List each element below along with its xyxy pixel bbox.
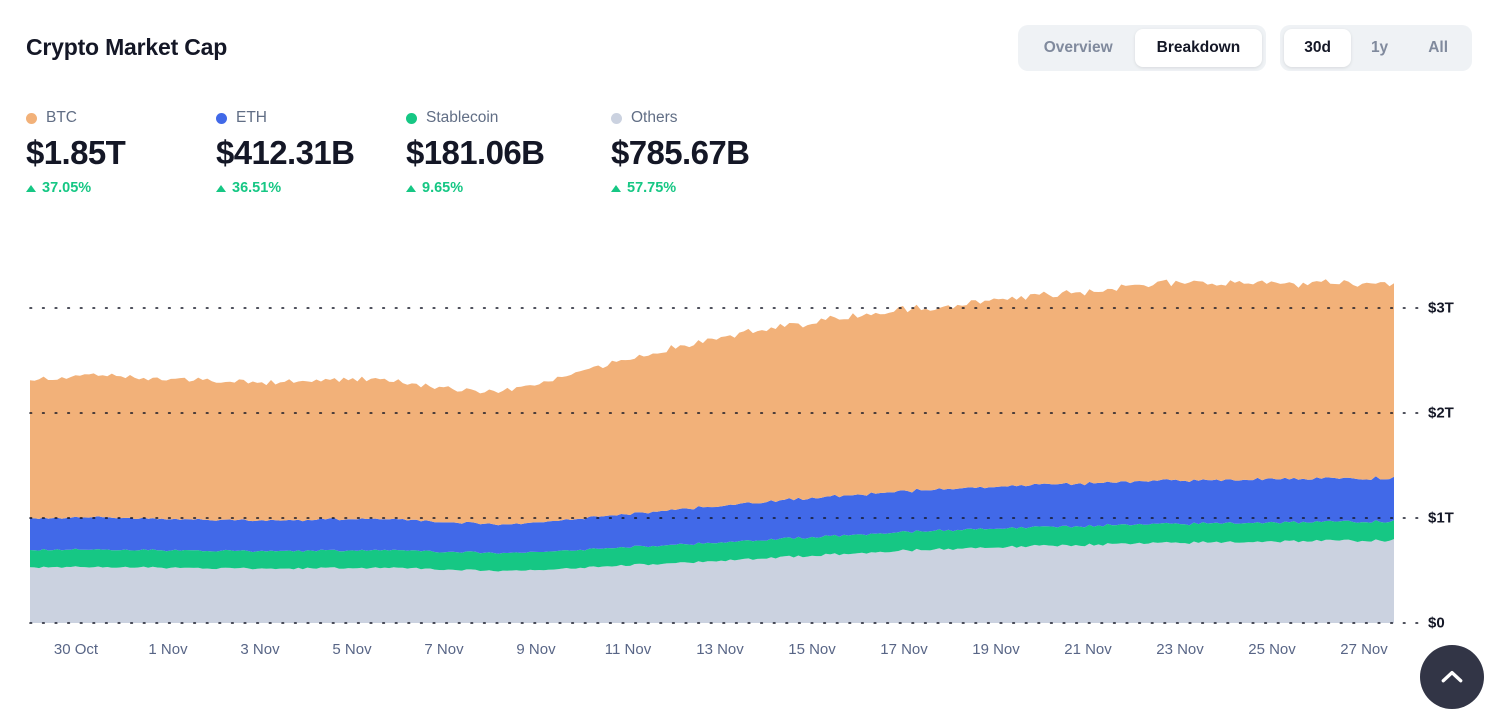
x-axis-tick-label: 19 Nov xyxy=(972,641,1020,658)
range-all[interactable]: All xyxy=(1408,29,1468,67)
y-axis-tick-label: $3T xyxy=(1428,299,1454,317)
x-axis-tick-label: 11 Nov xyxy=(604,641,652,658)
stat-label: Stablecoin xyxy=(426,109,499,126)
legend-dot-btc xyxy=(26,112,37,124)
stat-stablecoin[interactable]: Stablecoin $181.06B 9.65% xyxy=(406,108,611,196)
legend-dot-eth xyxy=(216,112,227,124)
stat-change-value: 9.65% xyxy=(422,180,464,197)
x-axis-tick-label: 5 Nov xyxy=(332,641,372,658)
stat-change: 57.75% xyxy=(611,180,801,196)
y-axis-tick-label: $0 xyxy=(1428,614,1445,632)
stat-header: Stablecoin xyxy=(406,108,611,128)
stat-btc[interactable]: BTC $1.85T 37.05% xyxy=(26,108,216,196)
stat-label: Others xyxy=(631,109,678,126)
stat-value: $181.06B xyxy=(406,134,545,171)
stat-eth[interactable]: ETH $412.31B 36.51% xyxy=(216,108,406,196)
stat-label: BTC xyxy=(46,109,77,126)
stat-change: 37.05% xyxy=(26,180,216,196)
tab-breakdown[interactable]: Breakdown xyxy=(1134,29,1263,67)
view-toggle-group: Overview Breakdown xyxy=(1017,25,1267,71)
x-axis-tick-label: 30 Oct xyxy=(53,641,99,658)
legend-stats: BTC $1.85T 37.05% ETH $412.31B 36.51% St… xyxy=(26,108,801,196)
stat-header: Others xyxy=(611,108,801,128)
stat-change: 36.51% xyxy=(216,180,406,196)
legend-dot-others xyxy=(611,112,622,124)
x-axis-tick-label: 3 Nov xyxy=(240,641,280,658)
stat-others[interactable]: Others $785.67B 57.75% xyxy=(611,108,801,196)
legend-dot-stablecoin xyxy=(406,112,417,124)
tab-overview[interactable]: Overview xyxy=(1022,29,1135,67)
stat-value: $412.31B xyxy=(216,134,355,171)
y-axis-tick-label: $1T xyxy=(1428,509,1454,527)
toggle-groups: Overview Breakdown 30d 1y All xyxy=(1017,25,1472,71)
scroll-to-top-button[interactable] xyxy=(1420,645,1484,709)
stat-change-value: 36.51% xyxy=(232,180,282,197)
stat-header: ETH xyxy=(216,108,406,128)
x-axis-tick-label: 23 Nov xyxy=(1156,641,1204,658)
range-1y[interactable]: 1y xyxy=(1351,29,1408,67)
stat-change-value: 57.75% xyxy=(627,180,677,197)
y-axis-labels: $0 $1T $2T $3T xyxy=(0,236,1492,676)
stat-value: $785.67B xyxy=(611,134,750,171)
caret-up-icon xyxy=(26,184,36,192)
crypto-market-cap-widget: Crypto Market Cap Overview Breakdown 30d… xyxy=(0,0,1492,717)
x-axis-tick-label: 17 Nov xyxy=(880,641,928,658)
stacked-area-chart[interactable]: $0 $1T $2T $3T 30 Oct 1 Nov 3 Nov 5 Nov 7 Nov 9 … xyxy=(0,236,1492,676)
x-axis-tick-label: 25 Nov xyxy=(1248,641,1296,658)
range-toggle-group: 30d 1y All xyxy=(1280,25,1472,71)
caret-up-icon xyxy=(216,184,226,192)
stat-change: 9.65% xyxy=(406,180,611,196)
stat-label: ETH xyxy=(236,109,267,126)
caret-up-icon xyxy=(406,184,416,192)
range-30d[interactable]: 30d xyxy=(1284,29,1351,67)
x-axis-tick-label: 1 Nov xyxy=(148,641,188,658)
x-axis-tick-label: 21 Nov xyxy=(1064,641,1112,658)
stat-header: BTC xyxy=(26,108,216,128)
y-axis-tick-label: $2T xyxy=(1428,404,1454,422)
widget-header: Crypto Market Cap Overview Breakdown 30d… xyxy=(0,0,1492,95)
x-axis-tick-label: 27 Nov xyxy=(1340,641,1388,658)
stat-value: $1.85T xyxy=(26,134,126,171)
x-axis-tick-label: 13 Nov xyxy=(696,641,744,658)
page-title: Crypto Market Cap xyxy=(26,34,228,60)
caret-up-icon xyxy=(611,184,621,192)
x-axis-labels: 30 Oct 1 Nov 3 Nov 5 Nov 7 Nov 9 Nov 11 Nov 13 … xyxy=(0,641,1492,676)
chevron-up-icon xyxy=(1441,671,1463,683)
x-axis-tick-label: 15 Nov xyxy=(788,641,836,658)
stat-change-value: 37.05% xyxy=(42,180,92,197)
x-axis-tick-label: 9 Nov xyxy=(516,641,556,658)
x-axis-tick-label: 7 Nov xyxy=(424,641,464,658)
